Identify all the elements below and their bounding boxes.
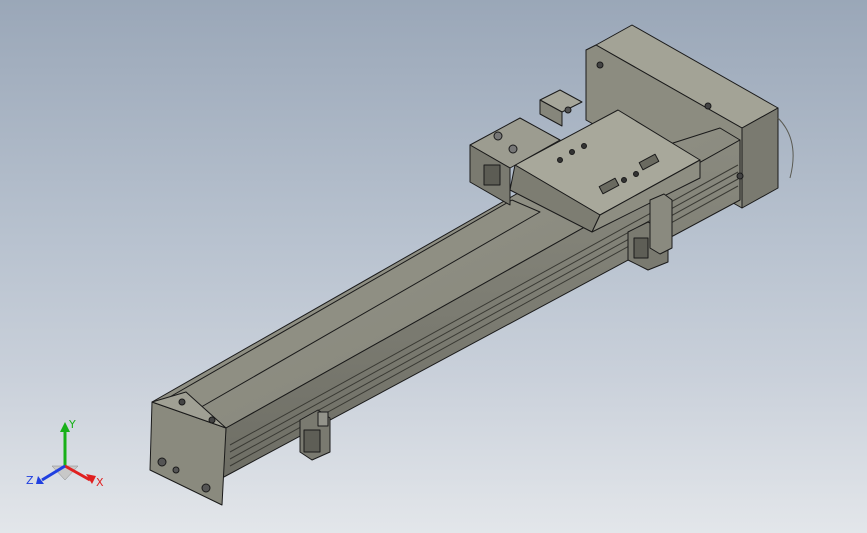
triad-z-label: Z [26,474,34,487]
front-sensor-bracket[interactable] [299,409,331,461]
triad-x-label: X [96,476,104,489]
linear-actuator-model[interactable] [0,0,867,533]
triad-y-label: Y [68,418,76,431]
cad-viewport[interactable]: Y X Z [0,0,867,533]
axis-triad: Y X Z [26,418,104,489]
